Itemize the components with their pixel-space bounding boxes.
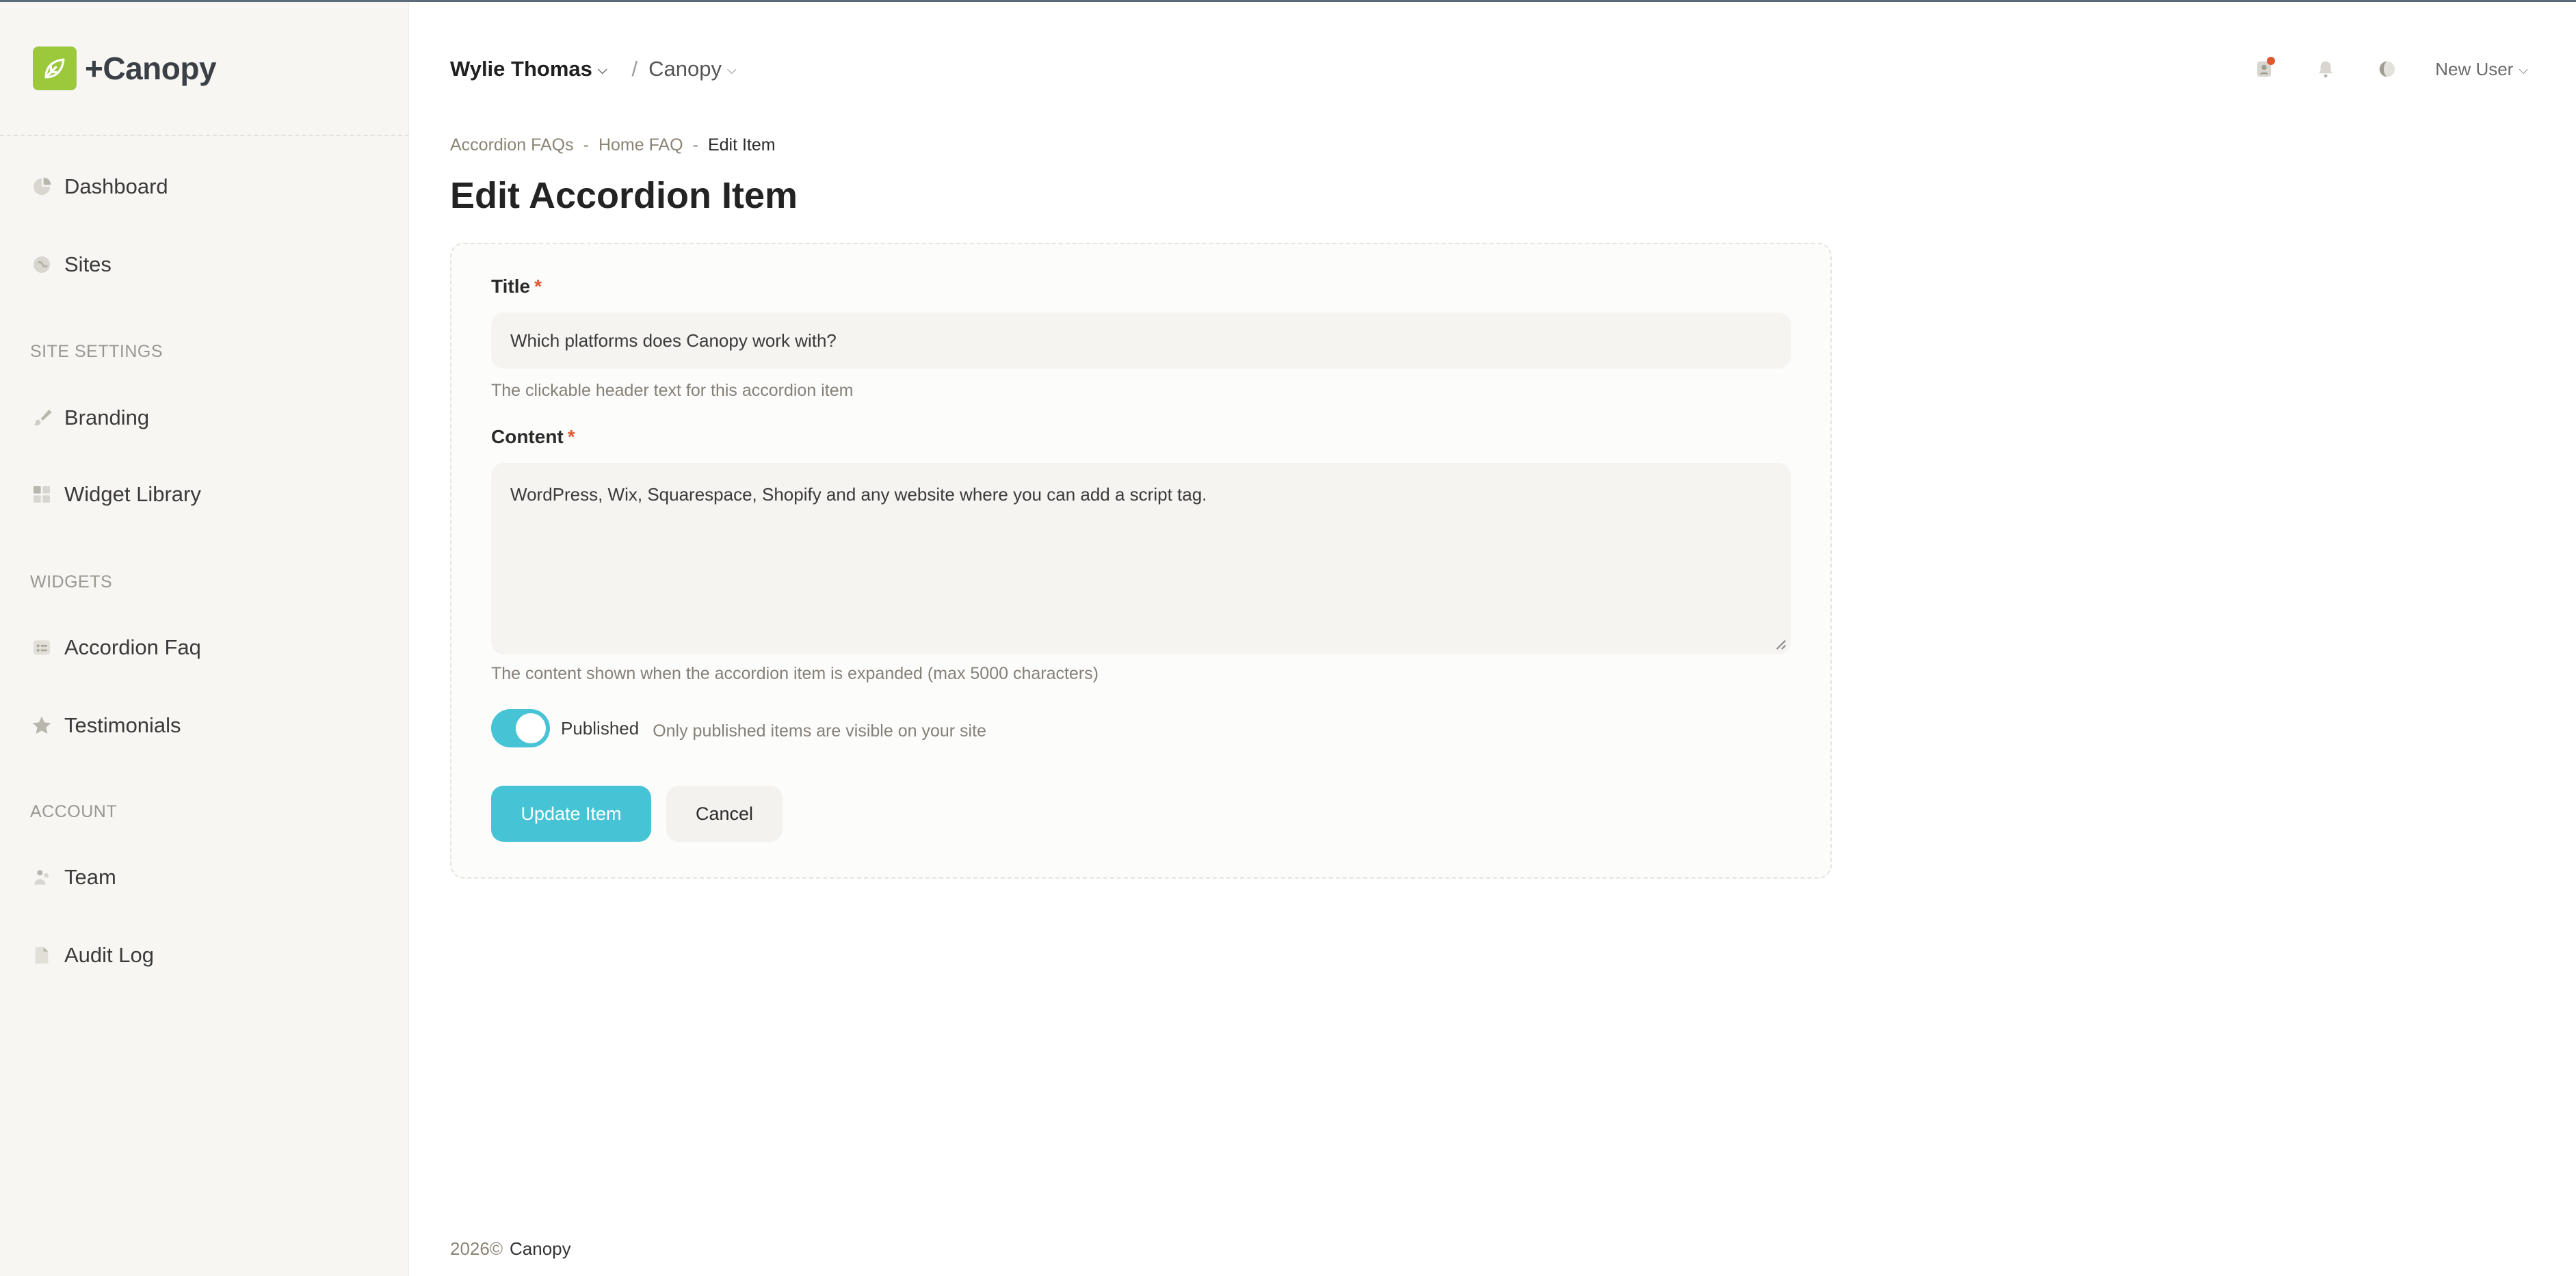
content-textarea-value: WordPress, Wix, Squarespace, Shopify and… bbox=[510, 484, 1207, 505]
sidebar-item-testimonials[interactable]: Testimonials bbox=[30, 706, 181, 745]
content-help-text: The content shown when the accordion ite… bbox=[491, 664, 1099, 683]
sidebar-item-branding[interactable]: Branding bbox=[30, 399, 149, 437]
title-label: Title * bbox=[491, 276, 542, 297]
sidebar-item-label: Testimonials bbox=[64, 713, 181, 737]
header-separator: / bbox=[631, 57, 638, 81]
title-input[interactable]: Which platforms does Canopy work with? bbox=[491, 313, 1791, 369]
bell-icon bbox=[2319, 61, 2333, 78]
content-label: Content * bbox=[491, 426, 575, 448]
document-icon bbox=[30, 944, 53, 967]
title-help-text: The clickable header text for this accor… bbox=[491, 381, 854, 400]
globe-icon bbox=[30, 253, 53, 276]
breadcrumb-link[interactable]: Accordion FAQs bbox=[450, 135, 574, 155]
sidebar-item-label: Widget Library bbox=[64, 482, 201, 506]
theme-toggle-button[interactable] bbox=[2374, 55, 2401, 83]
required-mark: * bbox=[534, 276, 542, 297]
cancel-button[interactable]: Cancel bbox=[666, 786, 783, 842]
app-logo[interactable]: +Canopy bbox=[33, 46, 217, 91]
content-label-text: Content bbox=[491, 426, 564, 447]
title-input-value: Which platforms does Canopy work with? bbox=[510, 330, 837, 351]
sidebar-item-label: Branding bbox=[64, 406, 150, 429]
sidebar-item-label: Dashboard bbox=[64, 174, 168, 198]
breadcrumb: Accordion FAQs - Home FAQ - Edit Item bbox=[450, 135, 776, 155]
toggle-knob bbox=[516, 713, 546, 743]
sidebar-item-dashboard[interactable]: Dashboard bbox=[30, 168, 168, 206]
sidebar-item-sites[interactable]: Sites bbox=[30, 245, 111, 284]
breadcrumb-separator: - bbox=[583, 135, 589, 155]
footer-brand[interactable]: Canopy bbox=[510, 1238, 571, 1260]
chevron-down-icon: ⌵ bbox=[2519, 62, 2528, 77]
sidebar-section-title: WIDGETS bbox=[30, 572, 113, 592]
user-menu[interactable]: New User ⌵ bbox=[2435, 59, 2528, 80]
resize-handle-icon[interactable] bbox=[1774, 638, 1787, 650]
header-actions: New User ⌵ bbox=[2250, 50, 2528, 88]
published-toggle[interactable] bbox=[491, 709, 550, 747]
sidebar-divider bbox=[0, 135, 409, 136]
published-help-text: Only published items are visible on your… bbox=[653, 721, 986, 741]
user-name: New User bbox=[2435, 58, 2514, 79]
sidebar-item-label: Sites bbox=[64, 252, 111, 276]
sidebar-item-label: Team bbox=[64, 865, 116, 889]
published-row: Published Only published items are visib… bbox=[491, 709, 986, 747]
sidebar-item-label: Accordion Faq bbox=[64, 635, 201, 659]
leaf-logo-icon bbox=[33, 46, 77, 90]
list-icon bbox=[30, 636, 53, 659]
org-switcher[interactable]: Wylie Thomas ⌵ bbox=[450, 57, 607, 81]
sidebar-item-audit-log[interactable]: Audit Log bbox=[30, 936, 154, 974]
notifications-button[interactable] bbox=[2312, 55, 2339, 83]
edit-form-card: Title * Which platforms does Canopy work … bbox=[450, 243, 1832, 879]
site-name: Canopy bbox=[648, 57, 722, 81]
header-context: Wylie Thomas ⌵ / Canopy ⌵ bbox=[450, 53, 737, 85]
sidebar: +Canopy Dashboard Sites SITE SETTINGS Br… bbox=[0, 2, 409, 1276]
contact-badge-button[interactable] bbox=[2250, 55, 2278, 83]
chevron-down-icon: ⌵ bbox=[597, 62, 607, 77]
breadcrumb-current: Edit Item bbox=[707, 135, 776, 155]
required-mark: * bbox=[567, 426, 575, 447]
page-title: Edit Accordion Item bbox=[450, 175, 798, 216]
chevron-down-icon: ⌵ bbox=[727, 62, 737, 77]
sidebar-section-title: SITE SETTINGS bbox=[30, 342, 163, 361]
footer-year: 2026© bbox=[450, 1238, 503, 1259]
sidebar-item-label: Audit Log bbox=[64, 943, 154, 967]
sidebar-item-widget-library[interactable]: Widget Library bbox=[30, 475, 201, 514]
title-label-text: Title bbox=[491, 276, 531, 297]
grid-icon bbox=[30, 483, 53, 506]
sidebar-item-team[interactable]: Team bbox=[30, 858, 116, 896]
org-name: Wylie Thomas bbox=[450, 57, 592, 81]
app-name: +Canopy bbox=[85, 51, 217, 86]
update-item-button[interactable]: Update Item bbox=[491, 786, 651, 842]
sidebar-item-accordion-faq[interactable]: Accordion Faq bbox=[30, 628, 201, 667]
pie-chart-icon bbox=[30, 175, 53, 198]
breadcrumb-separator: - bbox=[692, 135, 698, 155]
sidebar-section-title: ACCOUNT bbox=[30, 802, 118, 821]
app-root: +Canopy Dashboard Sites SITE SETTINGS Br… bbox=[0, 0, 2576, 1276]
footer: 2026© Canopy bbox=[450, 1238, 571, 1260]
brush-icon bbox=[30, 406, 53, 429]
half-moon-icon bbox=[2379, 61, 2395, 77]
published-label: Published bbox=[561, 717, 640, 739]
team-icon bbox=[30, 866, 53, 889]
star-icon bbox=[30, 714, 53, 737]
content-textarea[interactable]: WordPress, Wix, Squarespace, Shopify and… bbox=[491, 463, 1791, 654]
site-switcher[interactable]: Canopy ⌵ bbox=[648, 57, 737, 81]
breadcrumb-link[interactable]: Home FAQ bbox=[599, 135, 683, 155]
